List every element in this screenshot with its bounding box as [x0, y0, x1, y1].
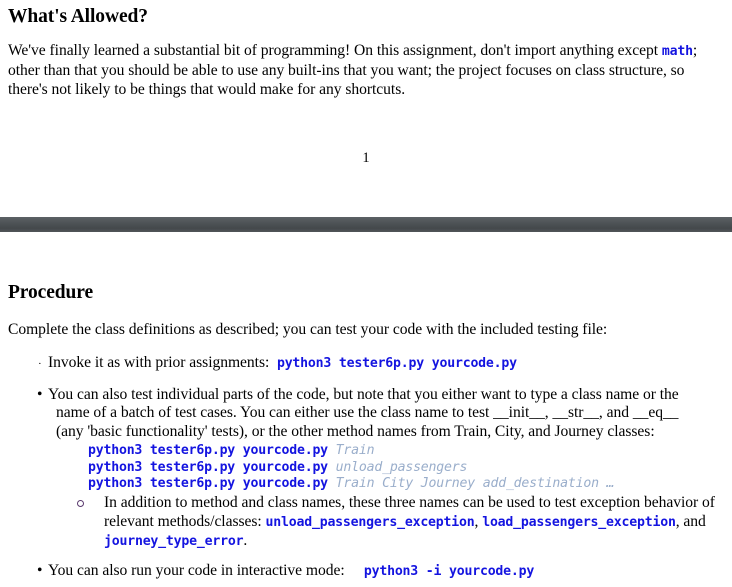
paragraph-text-part1: We've finally learned a substantial bit …	[8, 42, 662, 60]
inline-code-interactive-command: python3 -i yourcode.py	[363, 563, 535, 579]
code-command: python3 tester6p.py yourcode.py	[88, 459, 336, 475]
inline-code-invoke-command: python3 tester6p.py yourcode.py	[276, 356, 517, 372]
list-item-test-line2: name of a batch of test cases. You can e…	[48, 404, 732, 423]
list-item-interactive-text: You can also run your code in interactiv…	[48, 561, 345, 579]
list-item-invoke: · Invoke it as with prior assignments: py…	[8, 354, 732, 374]
list-item-interactive-mode: • You can also run your code in interacti…	[8, 562, 732, 582]
paragraph-procedure-intro: Complete the class definitions as descri…	[8, 321, 608, 339]
dunder-init: __init__	[493, 404, 545, 422]
list-item-test-individual: • You can also test individual parts of t…	[8, 386, 732, 552]
paragraph-whats-allowed: We've finally learned a substantial bit …	[8, 42, 724, 99]
procedure-bullet-list: · Invoke it as with prior assignments: py…	[8, 354, 732, 581]
bullet-marker-icon: ·	[38, 358, 42, 371]
code-command: python3 tester6p.py yourcode.py	[88, 476, 336, 492]
page-divider	[0, 217, 732, 232]
code-sep-3: .	[243, 532, 248, 550]
list-item-test-line3: (any 'basic functionality' tests), or th…	[56, 422, 655, 440]
code-command: python3 tester6p.py yourcode.py	[88, 443, 336, 459]
code-line: python3 tester6p.py yourcode.py Train	[88, 442, 732, 459]
section-procedure: Procedure Complete the class definitions…	[0, 282, 732, 581]
inline-code-math: math	[661, 44, 693, 60]
code-line: python3 tester6p.py yourcode.py Train Ci…	[88, 475, 732, 492]
circle-bullet-marker-icon	[77, 499, 84, 507]
heading-whats-allowed: What's Allowed?	[8, 6, 148, 27]
bullet-marker-icon: •	[37, 385, 43, 403]
inline-code-load-passengers-exception: load_passengers_exception	[482, 514, 676, 530]
dunder-sep-2: , and	[598, 404, 633, 422]
heading-procedure: Procedure	[8, 282, 94, 303]
code-line: python3 tester6p.py yourcode.py unload_p…	[88, 459, 732, 476]
document-page: What's Allowed? We've finally learned a …	[0, 0, 732, 587]
list-item-exception-names: In addition to method and class names, t…	[48, 494, 732, 552]
code-argument: unload_passengers	[335, 459, 468, 475]
list-item-invoke-text: Invoke it as with prior assignments:	[48, 354, 270, 372]
dunder-eq: __eq__	[632, 404, 679, 422]
code-sep-2: , and	[675, 512, 706, 530]
code-block-test-examples: python3 tester6p.py yourcode.py Train py…	[48, 442, 732, 492]
dunder-str: __str__	[552, 404, 599, 422]
page-number: 1	[362, 150, 370, 166]
inline-code-journey-type-error: journey_type_error	[104, 534, 244, 550]
inline-code-unload-passengers-exception: unload_passengers_exception	[265, 514, 475, 530]
exception-subbullet-list: In addition to method and class names, t…	[48, 494, 732, 552]
code-argument: Train City Journey add_destination …	[335, 476, 615, 492]
bullet-marker-icon: •	[37, 561, 43, 579]
list-item-test-line2-text-a: name of a batch of test cases. You can e…	[56, 404, 494, 422]
code-argument: Train	[335, 443, 375, 459]
section-whats-allowed: What's Allowed? We've finally learned a …	[0, 6, 732, 99]
list-item-test-line1: You can also test individual parts of th…	[48, 385, 679, 403]
